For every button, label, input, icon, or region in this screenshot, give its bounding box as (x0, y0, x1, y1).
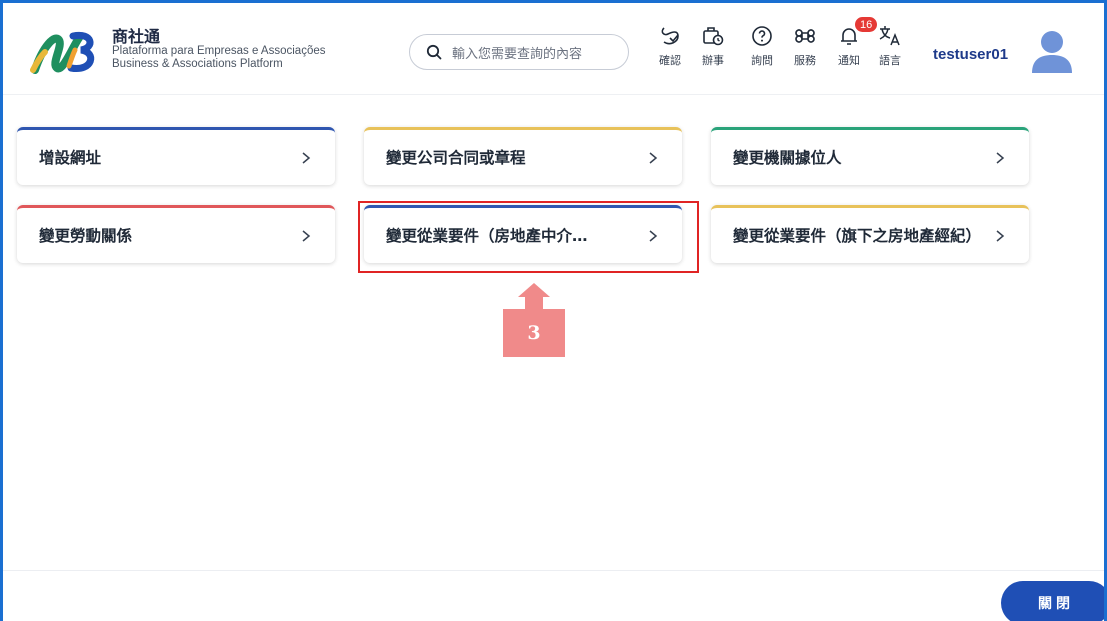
brand-name: 商社通 (112, 27, 161, 46)
step-number-badge: 3 (503, 309, 565, 357)
brand-subtitle-line1: Plataforma para Empresas e Associações (112, 45, 326, 57)
search-input[interactable]: 輸入您需要查詢的內容 (409, 34, 629, 70)
footer-divider (3, 570, 1104, 571)
avatar[interactable] (1031, 29, 1073, 73)
card-change-officers[interactable]: 變更機關據位人 (711, 127, 1029, 185)
nav-notifications-label: 通知 (838, 54, 860, 67)
nav-tasks-label: 辦事 (702, 54, 724, 67)
top-header: 商社通 Plataforma para Empresas e Associaçõ… (3, 3, 1104, 95)
app-window: 商社通 Plataforma para Empresas e Associaçõ… (0, 0, 1107, 621)
card-change-labor[interactable]: 變更勞動關係 (17, 205, 335, 263)
card-label: 變更公司合同或章程 (386, 148, 526, 167)
card-change-requirements-brokers[interactable]: 變更從業要件（旗下之房地產經紀） (711, 205, 1029, 263)
question-icon (749, 23, 775, 49)
card-label: 變更機關據位人 (733, 148, 842, 167)
chevron-right-icon (996, 229, 1005, 242)
nav-confirm-label: 確認 (659, 54, 681, 67)
nav-inquiry[interactable]: 詢問 (742, 23, 782, 68)
card-label: 增設網址 (39, 148, 102, 167)
chevron-right-icon (302, 229, 311, 242)
nav-inquiry-label: 詢問 (751, 54, 773, 67)
card-label: 變更從業要件（旗下之房地產經紀） (733, 226, 982, 245)
command-icon (792, 23, 818, 49)
username[interactable]: testuser01 (933, 46, 1008, 63)
arrow-up-icon (518, 283, 550, 297)
search-icon (426, 44, 442, 60)
nav-language-label: 語言 (879, 54, 901, 67)
nav-confirm[interactable]: 確認 (650, 23, 690, 68)
card-label: 變更勞動關係 (39, 226, 133, 245)
brand-subtitle-line2: Business & Associations Platform (112, 58, 283, 70)
nav-services-label: 服務 (794, 54, 816, 67)
nav-language[interactable]: 語言 (870, 23, 910, 68)
chevron-right-icon (302, 151, 311, 164)
search-placeholder: 輸入您需要查詢的內容 (452, 46, 583, 62)
translate-icon (877, 23, 903, 49)
arrow-stem (525, 297, 543, 309)
bell-icon: 16 (836, 16, 879, 49)
confirm-icon (657, 23, 683, 49)
briefcase-clock-icon (700, 23, 726, 49)
highlight-box (358, 201, 699, 273)
chevron-right-icon (649, 151, 658, 164)
card-add-website[interactable]: 增設網址 (17, 127, 335, 185)
brand-logo[interactable] (29, 26, 99, 76)
close-button[interactable]: 關閉 (1001, 581, 1104, 621)
brand-subtitle: Plataforma para Empresas e Associações B… (112, 45, 326, 71)
card-change-contract[interactable]: 變更公司合同或章程 (364, 127, 682, 185)
chevron-right-icon (996, 151, 1005, 164)
nav-services[interactable]: 服務 (785, 23, 825, 68)
nav-tasks[interactable]: 辦事 (693, 23, 733, 68)
nav-notifications[interactable]: 16 通知 (829, 16, 879, 68)
